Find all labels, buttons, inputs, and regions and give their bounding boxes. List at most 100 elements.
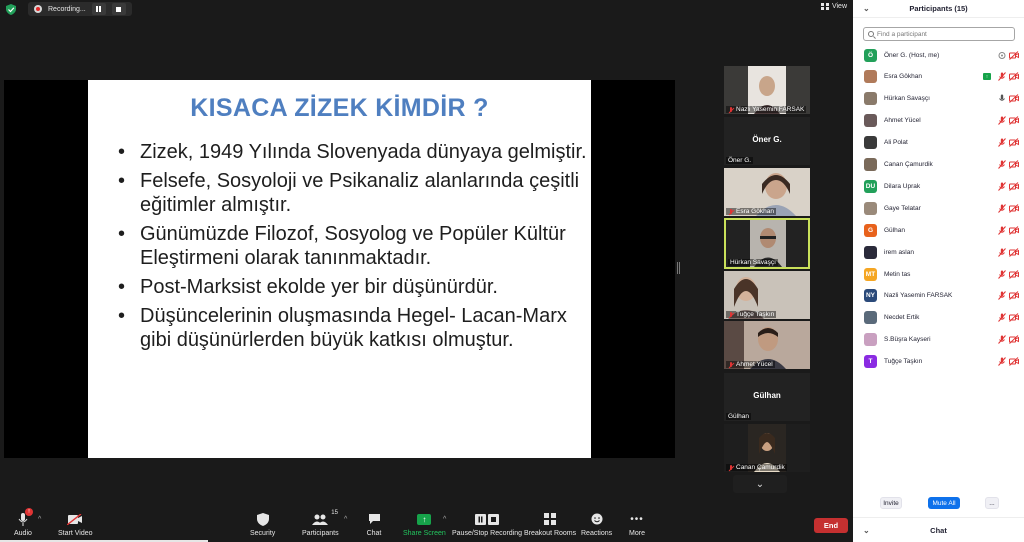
video-thumbnail[interactable]: Esra Gökhan <box>724 168 810 216</box>
grid-icon <box>820 3 829 10</box>
chevron-down-icon: ⌄ <box>755 478 765 490</box>
audio-alert-badge: ! <box>24 508 33 516</box>
presentation-slide: KISACA ZİZEK KİMDİR ? Zizek, 1949 Yılınd… <box>88 80 591 458</box>
video-thumbnail[interactable]: Ahmet Yücel <box>724 321 810 369</box>
thumbnail-name: Tuğçe Taşkın <box>736 311 775 318</box>
stop-recording-button[interactable] <box>111 3 126 15</box>
scroll-down-button[interactable]: ⌄ <box>733 475 787 493</box>
audio-options-caret[interactable]: ^ <box>38 516 41 523</box>
mic-muted-icon <box>728 106 734 113</box>
collapse-chevron-icon[interactable]: ⌄ <box>863 526 870 535</box>
share-screen-label: Share Screen <box>403 530 446 537</box>
audio-label: Audio <box>14 530 32 537</box>
participant-row[interactable]: Necdet Ertik <box>853 308 1024 328</box>
participant-row[interactable]: G Gülhan <box>853 220 1024 240</box>
slide-bullet: Post-Marksist ekolde yer bir düşünürdür. <box>118 275 588 299</box>
participant-name: S.Büşra Kayseri <box>884 336 931 344</box>
mute-all-button[interactable]: Mute All <box>928 497 960 509</box>
shield-icon[interactable] <box>6 3 16 15</box>
more-icon: ••• <box>630 513 644 525</box>
shared-screen: KISACA ZİZEK KİMDİR ? Zizek, 1949 Yılınd… <box>4 80 675 458</box>
more-options-button[interactable]: ... <box>985 497 999 509</box>
participant-row[interactable]: Gaye Telatar <box>853 198 1024 218</box>
breakout-rooms-icon <box>544 513 557 525</box>
more-button[interactable]: ••• More <box>629 512 645 538</box>
participant-row[interactable]: S.Büşra Kayseri <box>853 330 1024 350</box>
pause-recording-button[interactable] <box>91 3 106 15</box>
mic-muted-icon[interactable] <box>998 160 1006 169</box>
mic-muted-icon[interactable] <box>998 138 1006 147</box>
participants-options-caret[interactable]: ^ <box>344 516 347 523</box>
mic-muted-icon[interactable] <box>998 182 1006 191</box>
thumbnail-name: Ahmet Yücel <box>736 361 773 368</box>
view-button[interactable]: View <box>820 3 847 10</box>
participant-row[interactable]: Canan Çamurdik <box>853 155 1024 175</box>
participants-button[interactable]: 15 Participants <box>302 510 339 537</box>
share-screen-button[interactable]: ↑ Share Screen <box>403 512 446 537</box>
participant-row[interactable]: NY Nazli Yasemin FARSAK <box>853 286 1024 306</box>
avatar: Ö <box>864 48 877 62</box>
mic-muted-icon[interactable] <box>998 116 1006 126</box>
thumbnail-name: Hürkan Savaşçı <box>730 259 776 266</box>
end-meeting-button[interactable]: End <box>814 518 848 533</box>
video-thumbnail[interactable]: Gülhan Gülhan <box>724 373 810 421</box>
mic-muted-icon[interactable] <box>998 335 1006 345</box>
security-label: Security <box>250 530 276 537</box>
video-thumbnail[interactable]: Öner G. Öner G. <box>724 117 810 165</box>
slide-bullet-list: Zizek, 1949 Yılında Slovenyada dünyaya g… <box>118 140 588 357</box>
video-thumbnail-active-speaker[interactable]: Hürkan Savaşçı <box>724 218 810 269</box>
participant-search-input[interactable]: Find a participant <box>863 27 1015 41</box>
chat-button[interactable]: Chat <box>366 512 382 537</box>
chat-panel-title: Chat <box>930 525 947 535</box>
participant-name: Gaye Telatar <box>884 204 921 212</box>
invite-button[interactable]: Invite <box>880 497 902 509</box>
mic-muted-icon[interactable] <box>998 247 1006 257</box>
avatar <box>864 114 877 128</box>
video-thumbnail[interactable]: Nazli Yasemin FARSAK <box>724 66 810 114</box>
participant-row[interactable]: Ö Öner G. (Host, me) <box>853 45 1024 65</box>
mic-muted-icon[interactable] <box>998 313 1006 323</box>
participant-row[interactable]: Esra Gökhan ↑ <box>853 67 1024 87</box>
video-thumbnail[interactable]: Tuğçe Taşkın <box>724 271 810 319</box>
avatar <box>864 92 877 106</box>
security-button[interactable]: Security <box>250 512 275 537</box>
slide-title: KISACA ZİZEK KİMDİR ? <box>190 94 489 122</box>
security-shield-icon <box>256 512 269 526</box>
collapse-chevron-icon[interactable]: ⌄ <box>863 4 870 13</box>
mic-muted-icon[interactable] <box>998 269 1006 279</box>
video-off-icon <box>1009 72 1019 82</box>
mic-muted-icon[interactable] <box>998 72 1006 82</box>
breakout-rooms-label: Breakout Rooms <box>524 530 577 537</box>
participant-row[interactable]: DU Dilara Uprak <box>853 176 1024 196</box>
thumbnail-name: Canan Çamurdik <box>736 464 785 471</box>
top-bar: Recording... View <box>0 0 853 18</box>
mic-muted-icon[interactable] <box>998 357 1006 366</box>
mic-on-icon[interactable] <box>998 94 1006 103</box>
mic-muted-icon[interactable] <box>998 225 1006 235</box>
avatar <box>864 136 877 150</box>
video-off-icon <box>1009 138 1019 147</box>
share-options-caret[interactable]: ^ <box>443 516 446 523</box>
reactions-button[interactable]: Reactions <box>581 512 612 537</box>
splitter-handle[interactable] <box>677 262 680 274</box>
thumbnail-name: Öner G. <box>728 157 752 164</box>
video-off-icon <box>1009 335 1019 345</box>
participant-row[interactable]: Hürkan Savaşçı <box>853 89 1024 109</box>
participant-row[interactable]: irem aslan <box>853 242 1024 262</box>
participant-row[interactable]: Ali Polat <box>853 133 1024 153</box>
host-audio-icon[interactable] <box>998 51 1006 60</box>
participant-row[interactable]: MT Metin tas <box>853 264 1024 284</box>
video-thumbnail[interactable]: Canan Çamurdik <box>724 424 810 472</box>
recording-dot-icon <box>34 5 42 13</box>
pause-icon <box>96 6 102 12</box>
mic-muted-icon[interactable] <box>998 291 1006 301</box>
start-video-button[interactable]: Start Video <box>58 512 93 537</box>
audio-button[interactable]: ! Audio <box>14 508 33 537</box>
breakout-rooms-button[interactable]: Breakout Rooms <box>524 512 576 537</box>
avatar: DU <box>864 179 877 193</box>
participant-row[interactable]: Ahmet Yücel <box>853 111 1024 131</box>
video-off-icon <box>1009 291 1019 301</box>
participant-row[interactable]: T Tuğçe Taşkın <box>853 352 1024 372</box>
pause-stop-recording-button[interactable]: Pause/Stop Recording <box>452 512 522 537</box>
mic-muted-icon[interactable] <box>998 203 1006 213</box>
